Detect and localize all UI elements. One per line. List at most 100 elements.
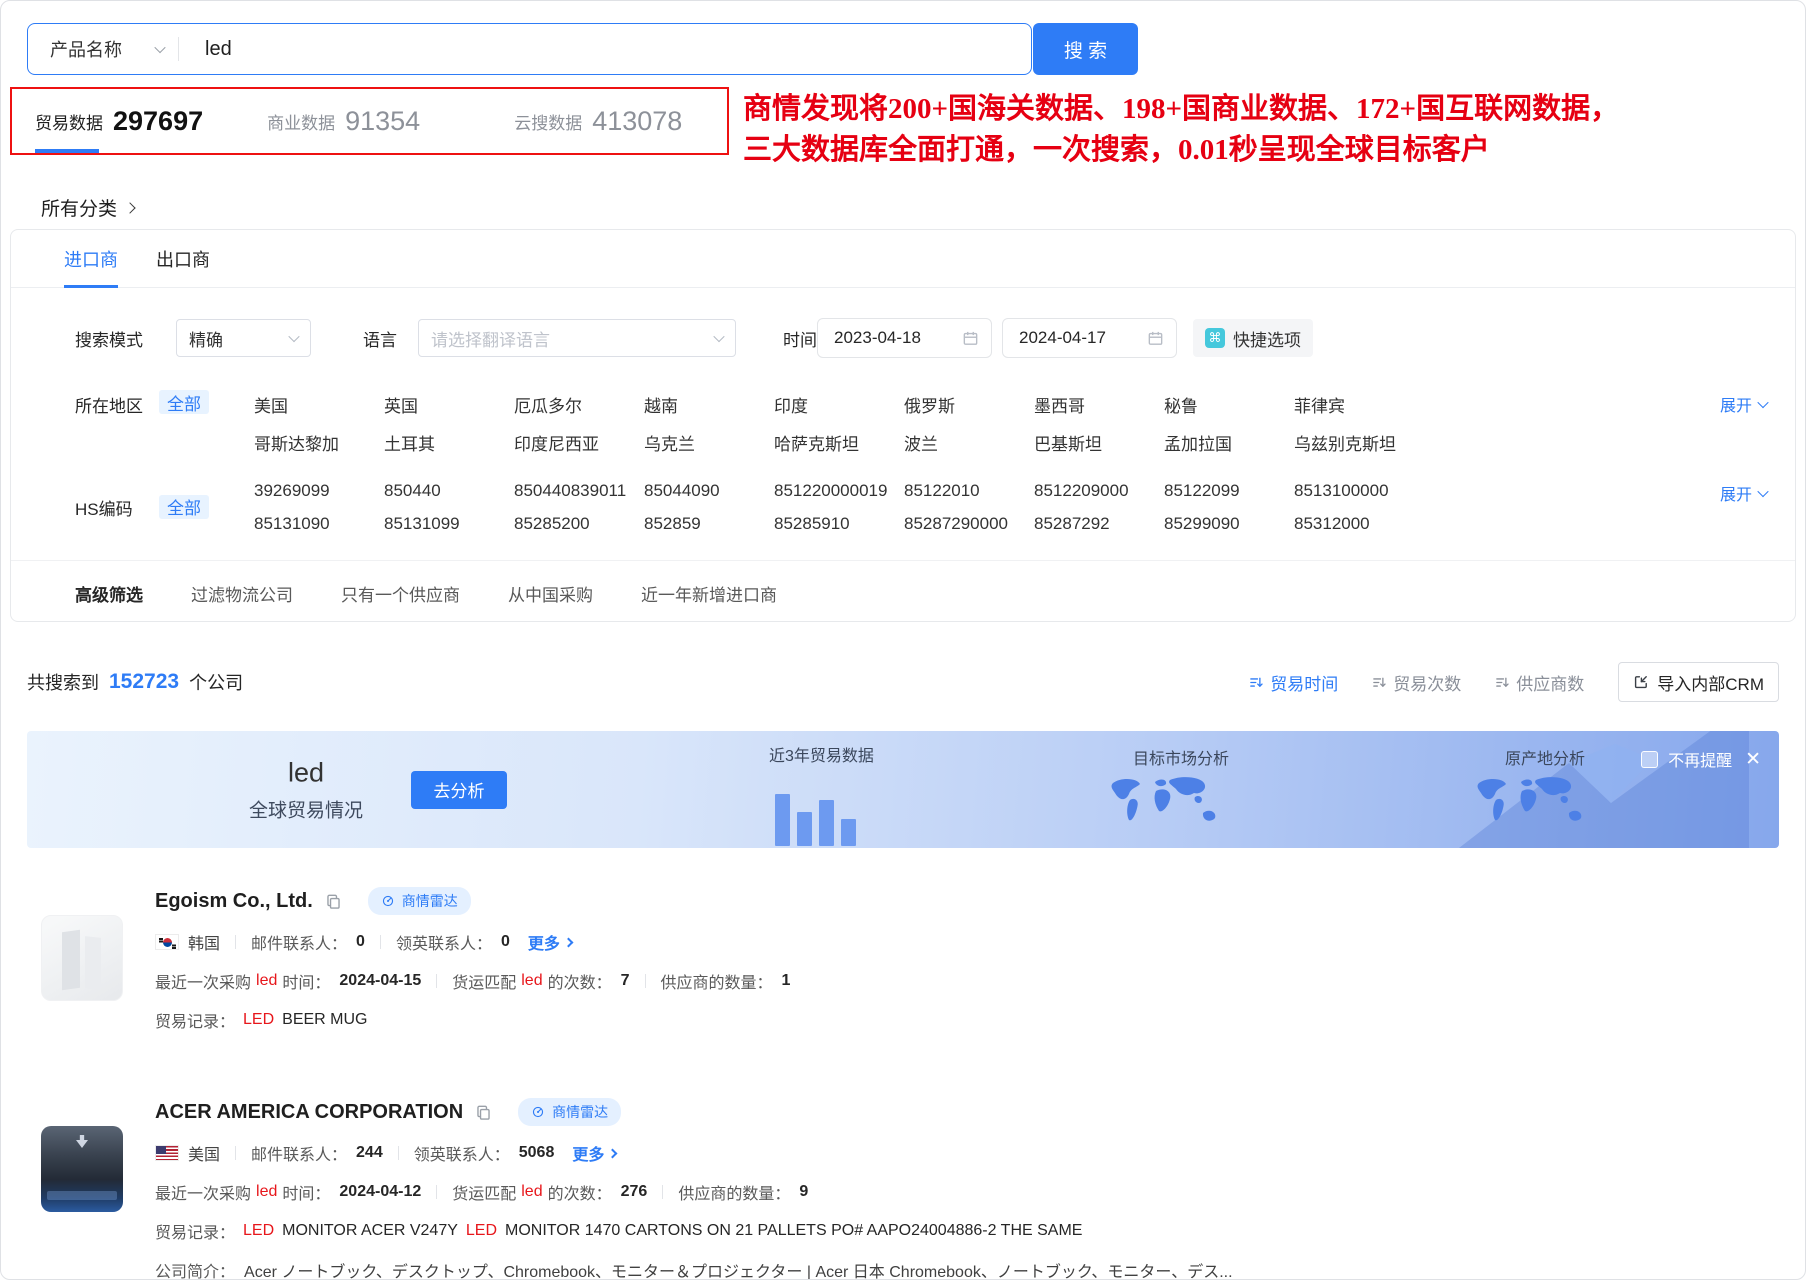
hs-code-option[interactable]: 852859 [644,514,774,534]
tab-count: 297697 [113,106,203,137]
region-option[interactable]: 乌克兰 [644,430,774,455]
region-option[interactable]: 美国 [254,392,384,417]
region-option[interactable]: 波兰 [904,430,1034,455]
sort-trade-time[interactable]: 贸易时间 [1249,670,1338,695]
search-category-label: 产品名称 [50,36,122,62]
import-crm-button[interactable]: 导入内部CRM [1618,662,1779,702]
language-select[interactable]: 请选择翻译语言 [418,319,736,357]
company-name[interactable]: ACER AMERICA CORPORATION [155,1101,463,1124]
tab-label: 云搜数据 [514,109,582,134]
date-start-picker[interactable]: 2023-04-18 [817,318,992,358]
company-desc: Acer ノートブック、デスクトップ、Chromebook、モニター＆プロジェク… [244,1258,1233,1280]
page-frame: 产品名称 搜 索 贸易数据 297697 商业数据 91354 云搜数据 413… [0,0,1806,1280]
hs-code-option[interactable]: 85285910 [774,514,904,534]
advanced-filter-3[interactable]: 从中国采购 [508,581,593,606]
advanced-filter-1[interactable]: 过滤物流公司 [191,581,293,606]
advanced-filter-row: 高级筛选 过滤物流公司 只有一个供应商 从中国采购 近一年新增进口商 [11,581,1795,606]
banner-trade-chart[interactable]: 近3年贸易数据 [769,742,874,846]
search-category-select[interactable]: 产品名称 [28,36,178,62]
region-option[interactable]: 越南 [644,392,774,417]
advanced-filter-4[interactable]: 近一年新增进口商 [641,581,777,606]
region-option[interactable]: 菲律宾 [1294,392,1424,417]
quick-options-button[interactable]: ⌘ 快捷选项 [1193,319,1313,357]
region-option[interactable]: 乌兹别克斯坦 [1294,430,1424,455]
copy-icon[interactable] [475,1104,492,1121]
hs-code-option[interactable]: 85131090 [254,514,384,534]
hs-code-option[interactable]: 85287290000 [904,514,1034,534]
expand-label: 展开 [1720,392,1752,416]
hs-all-chip[interactable]: 全部 [159,495,209,519]
hs-code-option[interactable]: 85122099 [1164,481,1294,501]
results-actions: 贸易时间 贸易次数 供应商数 导入内部CRM [1249,662,1779,702]
hs-code-option[interactable]: 85122010 [904,481,1034,501]
advanced-filter-2[interactable]: 只有一个供应商 [341,581,460,606]
region-option[interactable]: 巴基斯坦 [1034,430,1164,455]
dismiss-block: 不再提醒 ✕ [1641,747,1761,771]
hs-code-option[interactable]: 85044090 [644,481,774,501]
hs-code-option[interactable]: 850440 [384,481,514,501]
tab-exporter[interactable]: 出口商 [156,230,210,287]
origin-analysis-label: 原产地分析 [1505,751,1585,768]
region-all-chip[interactable]: 全部 [159,390,209,414]
hs-code-option[interactable]: 85299090 [1164,514,1294,534]
region-option[interactable]: 土耳其 [384,430,514,455]
sort-trade-count[interactable]: 贸易次数 [1372,670,1461,695]
region-option[interactable]: 孟加拉国 [1164,430,1294,455]
region-option[interactable]: 秘鲁 [1164,392,1294,417]
radar-badge[interactable]: 商情雷达 [368,887,471,915]
company-name[interactable]: Egoism Co., Ltd. [155,890,313,913]
more-link[interactable]: 更多 [528,930,572,954]
region-option[interactable]: 印度 [774,392,904,417]
search-mode-select[interactable]: 精确 [176,319,311,357]
hs-code-option[interactable]: 85312000 [1294,514,1424,534]
hs-code-option[interactable]: 8512209000 [1034,481,1164,501]
data-source-tabs: 贸易数据 297697 商业数据 91354 云搜数据 413078 [10,87,729,155]
hs-code-option[interactable]: 8513100000 [1294,481,1424,501]
hs-code-option[interactable]: 850440839011 [514,481,644,501]
results-summary: 共搜索到 152723 个公司 [27,669,243,695]
search-button[interactable]: 搜 索 [1033,23,1138,75]
region-option[interactable]: 俄罗斯 [904,392,1034,417]
region-option[interactable]: 哈萨克斯坦 [774,430,904,455]
banner-target-market[interactable]: 目标市场分析 [1099,745,1237,833]
hs-code-option[interactable]: 85131099 [384,514,514,534]
sort-supplier-count[interactable]: 供应商数 [1495,670,1584,695]
company-logo[interactable] [41,915,123,1001]
trade-record-part: LED [243,1011,274,1028]
search-input[interactable] [205,38,1031,61]
purchase-keyword: led [256,972,277,990]
more-link[interactable]: 更多 [572,1141,616,1165]
region-option[interactable]: 英国 [384,392,514,417]
company-logo[interactable] [41,1126,123,1212]
radar-badge-label: 商情雷达 [552,1102,608,1122]
banner-origin-analysis[interactable]: 原产地分析 [1465,745,1603,833]
tab-trade-data[interactable]: 贸易数据 297697 [35,106,203,137]
hs-code-option[interactable]: 851220000019 [774,481,904,501]
results-count[interactable]: 152723 [109,670,179,694]
analyze-button[interactable]: 去分析 [411,771,507,809]
close-icon[interactable]: ✕ [1745,748,1761,771]
time-label: 时间 [783,326,817,351]
breadcrumb[interactable]: 所有分类 [41,194,134,221]
date-end-picker[interactable]: 2024-04-17 [1002,318,1177,358]
hs-code-option[interactable]: 39269099 [254,481,384,501]
supplier-count: 9 [799,1183,808,1201]
region-option[interactable]: 墨西哥 [1034,392,1164,417]
advanced-filter-0[interactable]: 高级筛选 [75,581,143,606]
tab-importer[interactable]: 进口商 [64,230,118,287]
world-map-icon [1465,773,1603,833]
region-option[interactable]: 哥斯达黎加 [254,430,384,455]
tab-business-data[interactable]: 商业数据 91354 [267,106,420,137]
hs-code-option[interactable]: 85287292 [1034,514,1164,534]
regions-expand-link[interactable]: 展开 [1720,392,1767,416]
region-option[interactable]: 厄瓜多尔 [514,392,644,417]
copy-icon[interactable] [325,893,342,910]
dismiss-checkbox[interactable] [1641,751,1658,768]
hs-expand-link[interactable]: 展开 [1720,481,1767,505]
hs-code-option[interactable]: 85285200 [514,514,644,534]
chevron-right-icon [608,1148,618,1158]
radar-badge[interactable]: 商情雷达 [518,1098,621,1126]
tab-cloud-search-data[interactable]: 云搜数据 413078 [514,106,682,137]
region-option[interactable]: 印度尼西亚 [514,430,644,455]
trade-record-part: LED [243,1222,274,1239]
